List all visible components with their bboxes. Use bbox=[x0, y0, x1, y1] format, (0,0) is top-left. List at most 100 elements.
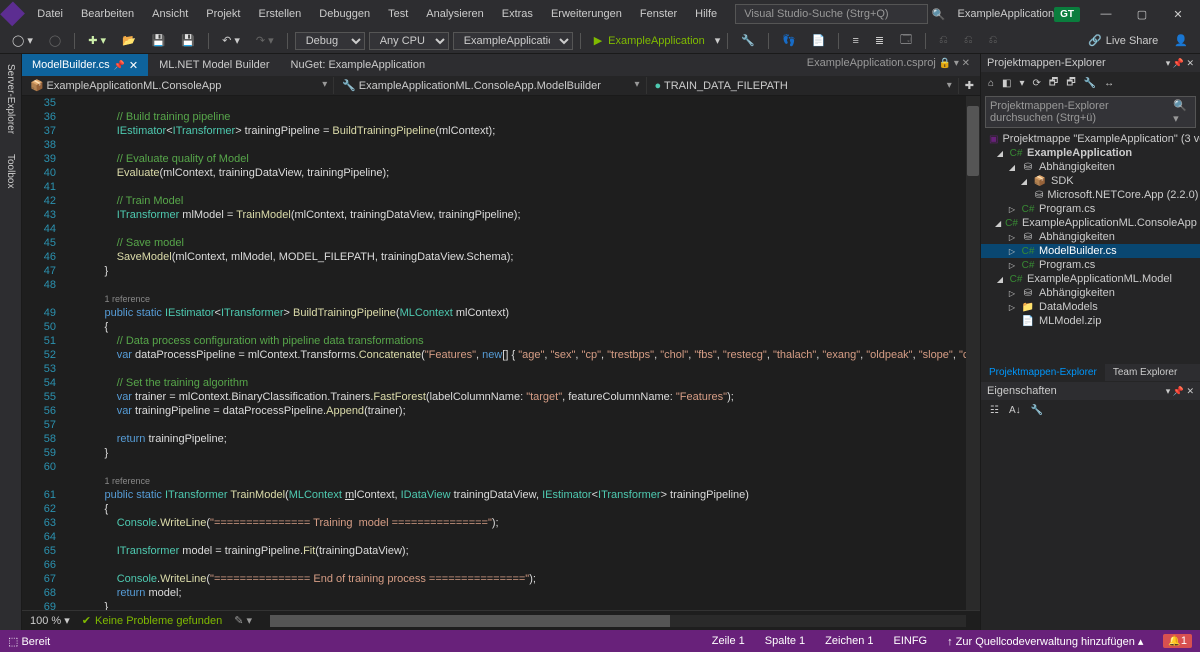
config-select[interactable]: Debug bbox=[295, 32, 365, 50]
startup-select[interactable]: ExampleApplication bbox=[453, 32, 573, 50]
tree-deps[interactable]: ◢⛁Abhängigkeiten bbox=[981, 160, 1200, 174]
user-badge[interactable]: GT bbox=[1054, 7, 1080, 22]
search-icon[interactable]: 🔍 bbox=[932, 8, 946, 21]
tab-mlnet-builder[interactable]: ML.NET Model Builder bbox=[149, 54, 280, 76]
tb-icon[interactable]: ▾ bbox=[1017, 76, 1028, 91]
tb-icon[interactable]: ≡ bbox=[846, 33, 864, 49]
alphabetical-icon[interactable]: A↓ bbox=[1006, 403, 1024, 418]
server-explorer-tab[interactable]: Server-Explorer bbox=[3, 58, 18, 140]
tree-project[interactable]: ◢C#ExampleApplicationML.ConsoleApp bbox=[981, 216, 1200, 230]
tb-icon[interactable]: 🗗 bbox=[1063, 73, 1078, 94]
liveshare-button[interactable]: 🔗Live Share bbox=[1088, 34, 1158, 47]
tree-modelbuilder[interactable]: ▷C#ModelBuilder.cs bbox=[981, 244, 1200, 258]
tb-icon[interactable]: ⎌ bbox=[958, 32, 979, 49]
tb-icon[interactable]: ✎ ▾ bbox=[234, 614, 252, 627]
panel-dropdown-icon[interactable]: ▾ 📌 ✕ bbox=[1166, 386, 1194, 397]
save-button[interactable]: 💾 bbox=[146, 32, 172, 49]
tb-icon[interactable]: ⎌ bbox=[983, 32, 1004, 49]
h-scroll-thumb[interactable] bbox=[270, 615, 670, 627]
zoom-level[interactable]: 100 % ▾ bbox=[30, 614, 70, 627]
run-button[interactable]: ExampleApplication bbox=[588, 32, 711, 49]
admin-icon[interactable]: 👤 bbox=[1168, 32, 1194, 49]
code-content[interactable]: // Build training pipeline IEstimator<IT… bbox=[80, 96, 966, 610]
redo-button[interactable]: ↷ ▾ bbox=[250, 32, 280, 49]
problems-indicator[interactable]: ✔ Keine Probleme gefunden bbox=[82, 614, 222, 627]
app-title: ExampleApplication bbox=[957, 8, 1054, 20]
horizontal-scrollbar[interactable] bbox=[270, 615, 966, 627]
fold-column[interactable] bbox=[64, 96, 80, 610]
tb-icon[interactable]: ⎌ bbox=[933, 32, 954, 49]
menu-erstellen[interactable]: Erstellen bbox=[251, 4, 310, 24]
tree-netcore[interactable]: ⛁Microsoft.NETCore.App (2.2.0) bbox=[981, 188, 1200, 202]
status-vcs[interactable]: ↑ Zur Quellcodeverwaltung hinzufügen ▴ bbox=[947, 635, 1143, 648]
platform-select[interactable]: Any CPU bbox=[369, 32, 449, 50]
status-insert: EINFG bbox=[893, 635, 927, 647]
code-editor[interactable]: 3536373839404142434445464748 49505152535… bbox=[22, 96, 980, 610]
tab-team-explorer[interactable]: Team Explorer bbox=[1105, 364, 1185, 381]
menu-datei[interactable]: Datei bbox=[29, 4, 71, 24]
tree-datamodels[interactable]: ▷📁DataModels bbox=[981, 300, 1200, 314]
nav-forward-button[interactable]: ◯ bbox=[43, 32, 67, 49]
menu-debuggen[interactable]: Debuggen bbox=[311, 4, 378, 24]
scroll-thumb[interactable] bbox=[967, 106, 979, 176]
categorize-icon[interactable]: ☷ bbox=[987, 403, 1002, 418]
tree-deps[interactable]: ▷⛁Abhängigkeiten bbox=[981, 230, 1200, 244]
props-icon[interactable]: 🔧 bbox=[1028, 403, 1046, 418]
menu-test[interactable]: Test bbox=[380, 4, 416, 24]
menu-erweiterungen[interactable]: Erweiterungen bbox=[543, 4, 630, 24]
toolbox-tab[interactable]: Toolbox bbox=[3, 148, 18, 194]
close-tab-icon[interactable]: ✕ bbox=[129, 59, 138, 72]
minimize-button[interactable]: — bbox=[1092, 4, 1120, 24]
nav-class-select[interactable]: 🔧 ExampleApplicationML.ConsoleApp.ModelB… bbox=[334, 77, 646, 94]
maximize-button[interactable]: ▢ bbox=[1128, 4, 1156, 24]
tb-icon[interactable]: 🗗 bbox=[1046, 73, 1061, 94]
tab-modelbuilder[interactable]: ModelBuilder.cs 📌 ✕ bbox=[22, 54, 149, 76]
tb-icon[interactable]: 🗔 bbox=[894, 29, 918, 52]
main-toolbar: ◯ ▾ ◯ ✚ ▾ 📂 💾 💾 ↶ ▾ ↷ ▾ Debug Any CPU Ex… bbox=[0, 28, 1200, 54]
tb-icon[interactable]: ◧ bbox=[999, 76, 1014, 91]
solution-search-input[interactable]: Projektmappen-Explorer durchsuchen (Strg… bbox=[985, 96, 1196, 128]
tree-deps[interactable]: ▷⛁Abhängigkeiten bbox=[981, 286, 1200, 300]
home-icon[interactable]: ⌂ bbox=[985, 76, 997, 91]
titlebar: DateiBearbeitenAnsichtProjektErstellenDe… bbox=[0, 0, 1200, 28]
new-button[interactable]: ✚ ▾ bbox=[82, 32, 112, 49]
menu-hilfe[interactable]: Hilfe bbox=[687, 4, 725, 24]
vertical-scrollbar[interactable] bbox=[966, 96, 980, 610]
right-panel-tabs: Projektmappen-Explorer Team Explorer bbox=[981, 364, 1200, 381]
tb-icon[interactable]: ↔ bbox=[1101, 76, 1117, 91]
tb-icon[interactable]: ≣ bbox=[869, 32, 890, 49]
nav-back-button[interactable]: ◯ ▾ bbox=[6, 32, 39, 49]
tab-nuget[interactable]: NuGet: ExampleApplication bbox=[281, 54, 437, 76]
tree-project[interactable]: ◢C#ExampleApplicationML.Model bbox=[981, 272, 1200, 286]
tree-sdk[interactable]: ◢📦SDK bbox=[981, 174, 1200, 188]
tree-program[interactable]: ▷C#Program.cs bbox=[981, 202, 1200, 216]
status-line: Zeile 1 bbox=[712, 635, 745, 647]
menu-projekt[interactable]: Projekt bbox=[198, 4, 248, 24]
tree-program[interactable]: ▷C#Program.cs bbox=[981, 258, 1200, 272]
menu-ansicht[interactable]: Ansicht bbox=[144, 4, 196, 24]
pin-icon[interactable]: 📌 bbox=[114, 60, 125, 71]
menu-bearbeiten[interactable]: Bearbeiten bbox=[73, 4, 142, 24]
nav-project-select[interactable]: 📦 ExampleApplicationML.ConsoleApp bbox=[22, 77, 334, 94]
tb-icon[interactable]: 🔧 bbox=[735, 32, 761, 49]
tree-solution[interactable]: ▣Projektmappe "ExampleApplication" (3 vo… bbox=[981, 132, 1200, 146]
undo-button[interactable]: ↶ ▾ bbox=[216, 32, 246, 49]
menu-fenster[interactable]: Fenster bbox=[632, 4, 685, 24]
panel-dropdown-icon[interactable]: ▾ 📌 ✕ bbox=[1166, 58, 1194, 69]
tree-mlmodel[interactable]: 📄MLModel.zip bbox=[981, 314, 1200, 328]
notification-badge[interactable]: 🔔1 bbox=[1163, 634, 1192, 648]
open-button[interactable]: 📂 bbox=[116, 32, 142, 49]
close-button[interactable]: ✕ bbox=[1164, 4, 1192, 24]
nav-member-select[interactable]: ● TRAIN_DATA_FILEPATH bbox=[647, 78, 959, 94]
tab-solution-explorer[interactable]: Projektmappen-Explorer bbox=[981, 364, 1105, 381]
menu-extras[interactable]: Extras bbox=[494, 4, 541, 24]
wrench-icon[interactable]: 🔧 bbox=[1081, 76, 1099, 91]
save-all-button[interactable]: 💾 bbox=[175, 32, 201, 49]
menu-analysieren[interactable]: Analysieren bbox=[418, 4, 491, 24]
global-search-input[interactable]: Visual Studio-Suche (Strg+Q) bbox=[735, 4, 928, 24]
split-icon[interactable]: ✚ bbox=[959, 77, 980, 94]
tree-project[interactable]: ◢C#ExampleApplication bbox=[981, 146, 1200, 160]
refresh-icon[interactable]: ⟳ bbox=[1030, 76, 1044, 91]
tb-icon[interactable]: 👣 bbox=[776, 32, 802, 49]
tb-icon[interactable]: 📄 bbox=[806, 32, 832, 49]
